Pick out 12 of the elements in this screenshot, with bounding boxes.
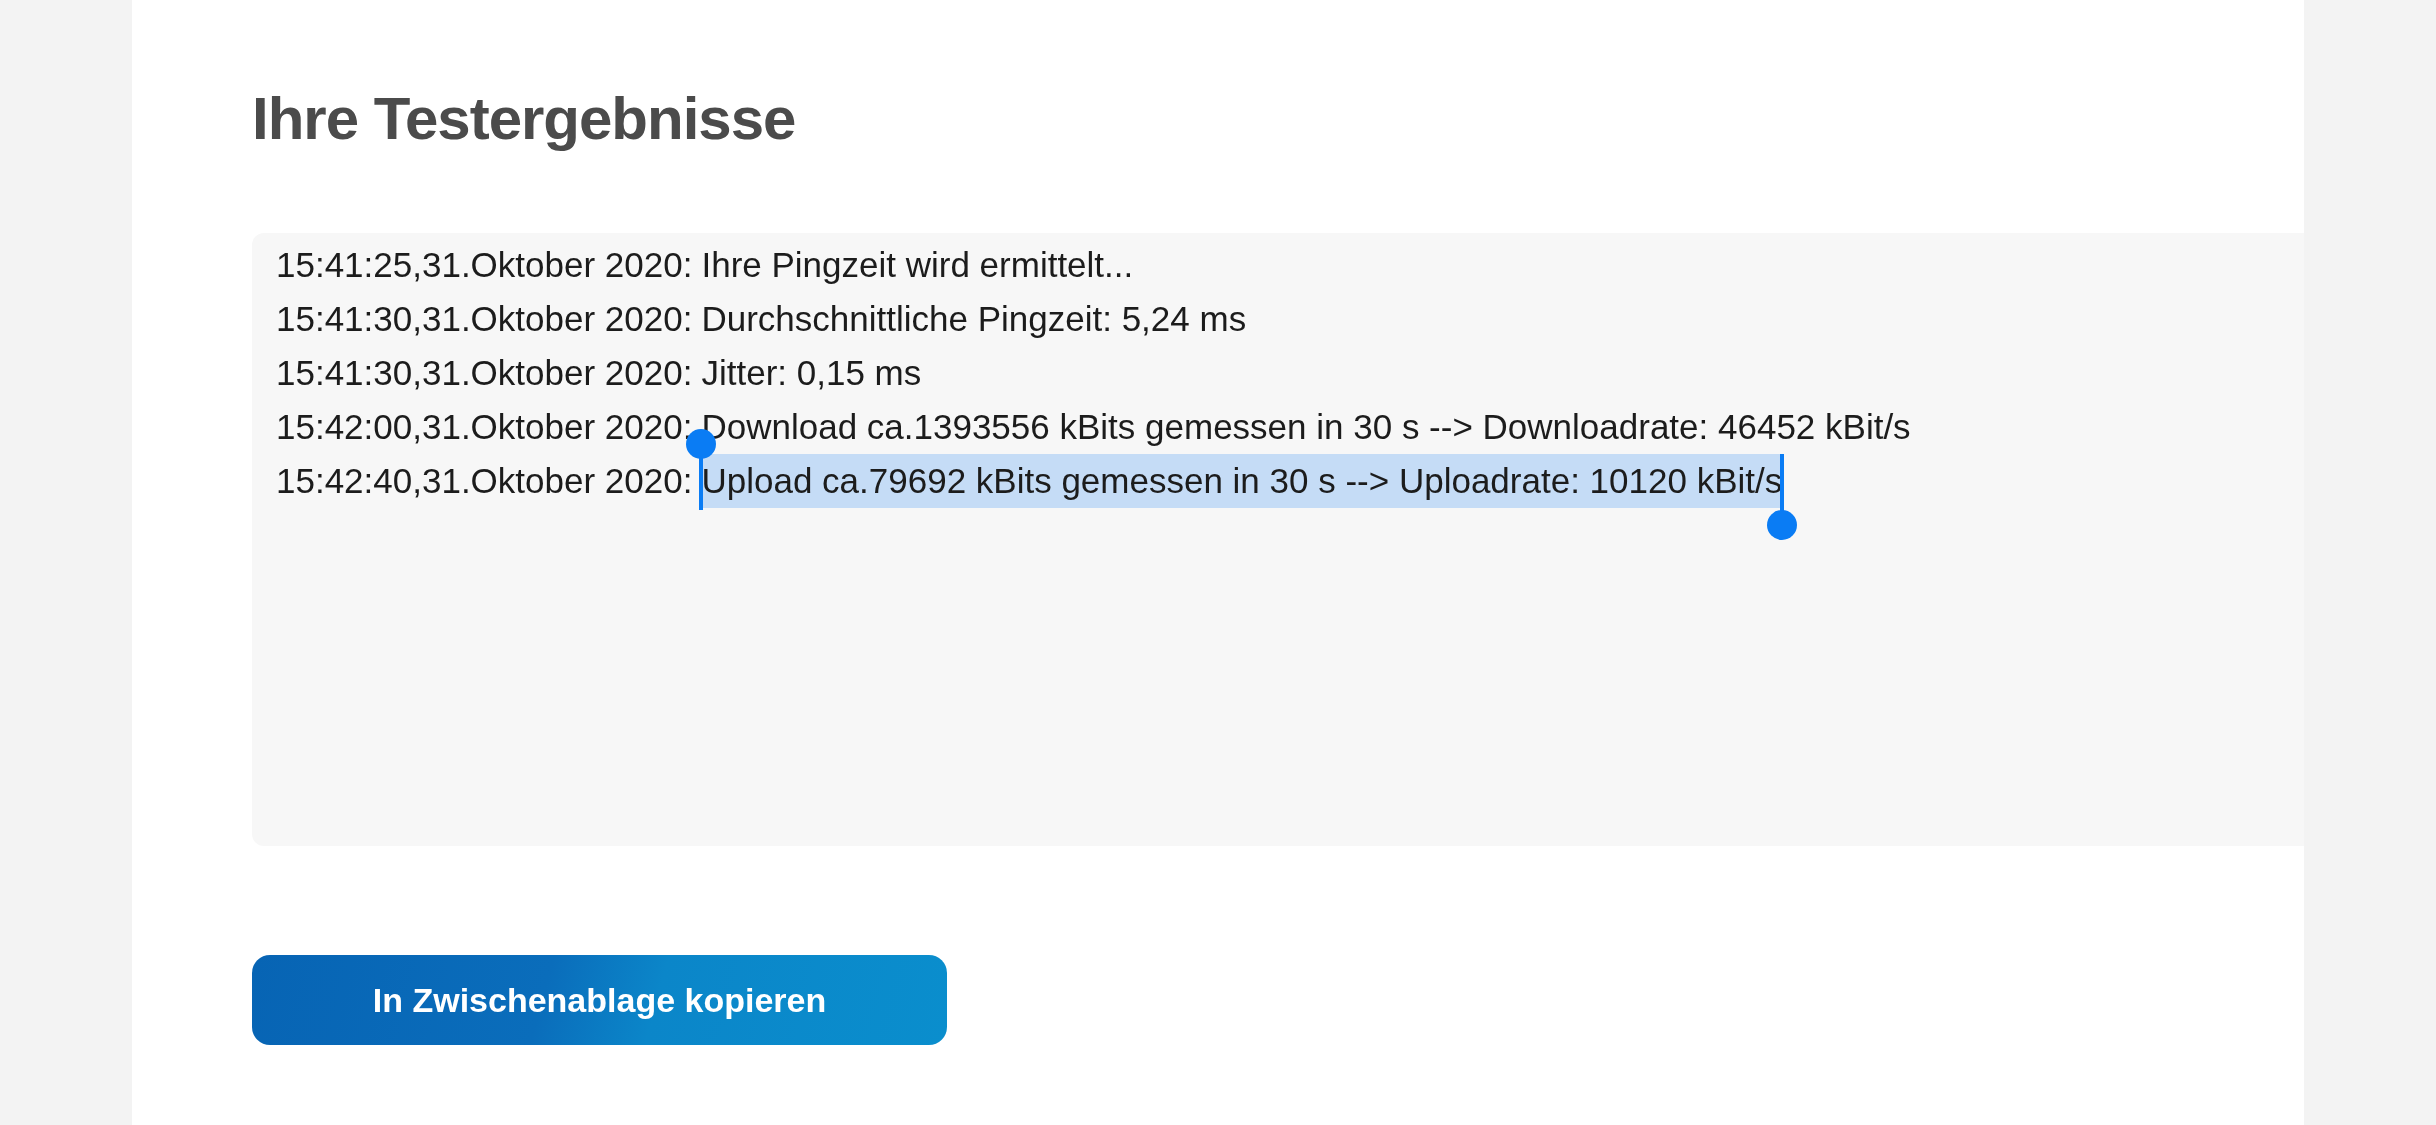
log-message: Download ca.1393556 kBits gemessen in 30 s --> Downloadrate: 46452 kBit/s — [701, 406, 1911, 448]
log-timestamp: 15:41:30,31.Oktober 2020: — [276, 298, 693, 340]
copy-to-clipboard-button[interactable]: In Zwischenablage kopieren — [252, 955, 947, 1045]
log-message: Jitter: 0,15 ms — [701, 352, 922, 394]
page-title: Ihre Testergebnisse — [252, 84, 796, 154]
log-message: Durchschnittliche Pingzeit: 5,24 ms — [701, 298, 1247, 340]
log-message: Upload ca.79692 kBits gemessen in 30 s --> Uploadrate: 10120 kBit/s — [701, 454, 1783, 508]
log-timestamp: 15:42:40,31.Oktober 2020: — [276, 460, 693, 502]
log-timestamp: 15:41:30,31.Oktober 2020: — [276, 352, 693, 394]
log-message: Ihre Pingzeit wird ermittelt... — [701, 244, 1134, 286]
log-timestamp: 15:41:25,31.Oktober 2020: — [276, 244, 693, 286]
log-timestamp: 15:42:00,31.Oktober 2020: — [276, 406, 693, 448]
